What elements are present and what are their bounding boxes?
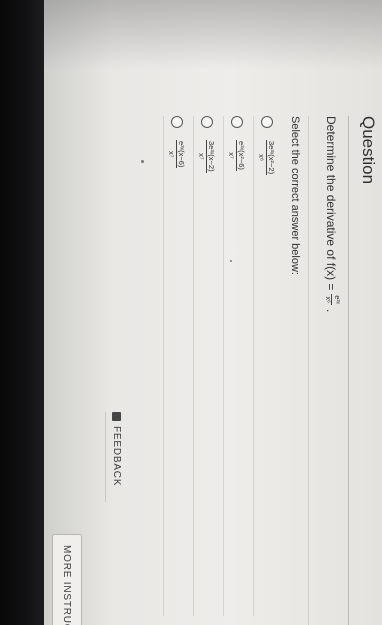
answer-denominator: x⁶ <box>257 154 267 161</box>
answer-numerator: e³ˣ(x²−6) <box>236 140 247 171</box>
answer-divider <box>253 116 254 616</box>
answer-divider <box>163 116 164 616</box>
feedback-link[interactable]: FEEDBACK <box>111 412 122 486</box>
answer-denominator: x⁷ <box>227 152 237 159</box>
answer-option-1[interactable]: 3e³ˣ(x²−2) x⁶ <box>253 116 278 616</box>
question-heading: Question <box>359 116 378 185</box>
answer-numerator: e³ˣ(x−6) <box>176 140 187 169</box>
answer-option-3[interactable]: 3e³ˣ(x−2) x⁷ <box>193 116 218 616</box>
answer-fraction: e³ˣ(x−6) x⁷ <box>167 140 187 169</box>
radio-button[interactable] <box>171 116 183 128</box>
prompt-numerator: e³ˣ <box>331 294 340 305</box>
answer-divider <box>223 116 224 616</box>
answer-numerator: 3e³ˣ(x²−2) <box>266 140 277 176</box>
rotated-content: Question Determine the derivative of f(x… <box>44 0 382 625</box>
prompt-suffix: . <box>324 308 339 313</box>
radio-button[interactable] <box>231 116 243 128</box>
screen-bezel <box>0 0 44 625</box>
prompt-denominator: x⁶ <box>324 296 331 303</box>
prompt-fraction: e³ˣ x⁶ <box>323 294 340 305</box>
dust-speck <box>141 160 144 163</box>
radio-button[interactable] <box>261 116 273 128</box>
more-instructions-label: MORE INSTRUCT <box>61 545 73 625</box>
answer-denominator: x⁷ <box>197 153 207 160</box>
question-page: Question Determine the derivative of f(x… <box>44 0 382 625</box>
dust-speck <box>230 260 232 262</box>
answer-fraction: e³ˣ(x²−6) x⁷ <box>228 140 247 171</box>
feedback-label: FEEDBACK <box>111 426 122 487</box>
prompt-divider <box>308 116 309 625</box>
heading-divider <box>348 116 349 625</box>
prompt-prefix: Determine the derivative of f(x) = <box>324 116 339 291</box>
answer-option-4[interactable]: e³ˣ(x−6) x⁷ <box>163 116 188 616</box>
feedback-icon <box>112 412 121 421</box>
select-label: Select the correct answer below: <box>289 116 301 275</box>
radio-button[interactable] <box>201 116 213 128</box>
more-instructions-button[interactable]: MORE INSTRUCT <box>52 534 82 625</box>
answer-fraction: 3e³ˣ(x²−2) x⁶ <box>257 140 277 176</box>
answer-denominator: x⁷ <box>167 150 177 158</box>
answer-numerator: 3e³ˣ(x−2) <box>206 140 217 173</box>
question-prompt: Determine the derivative of f(x) = e³ˣ x… <box>323 116 340 312</box>
answer-fraction: 3e³ˣ(x−2) x⁷ <box>198 140 217 173</box>
answer-divider <box>193 116 194 616</box>
answer-option-2[interactable]: e³ˣ(x²−6) x⁷ <box>223 116 248 616</box>
feedback-divider <box>105 412 106 502</box>
